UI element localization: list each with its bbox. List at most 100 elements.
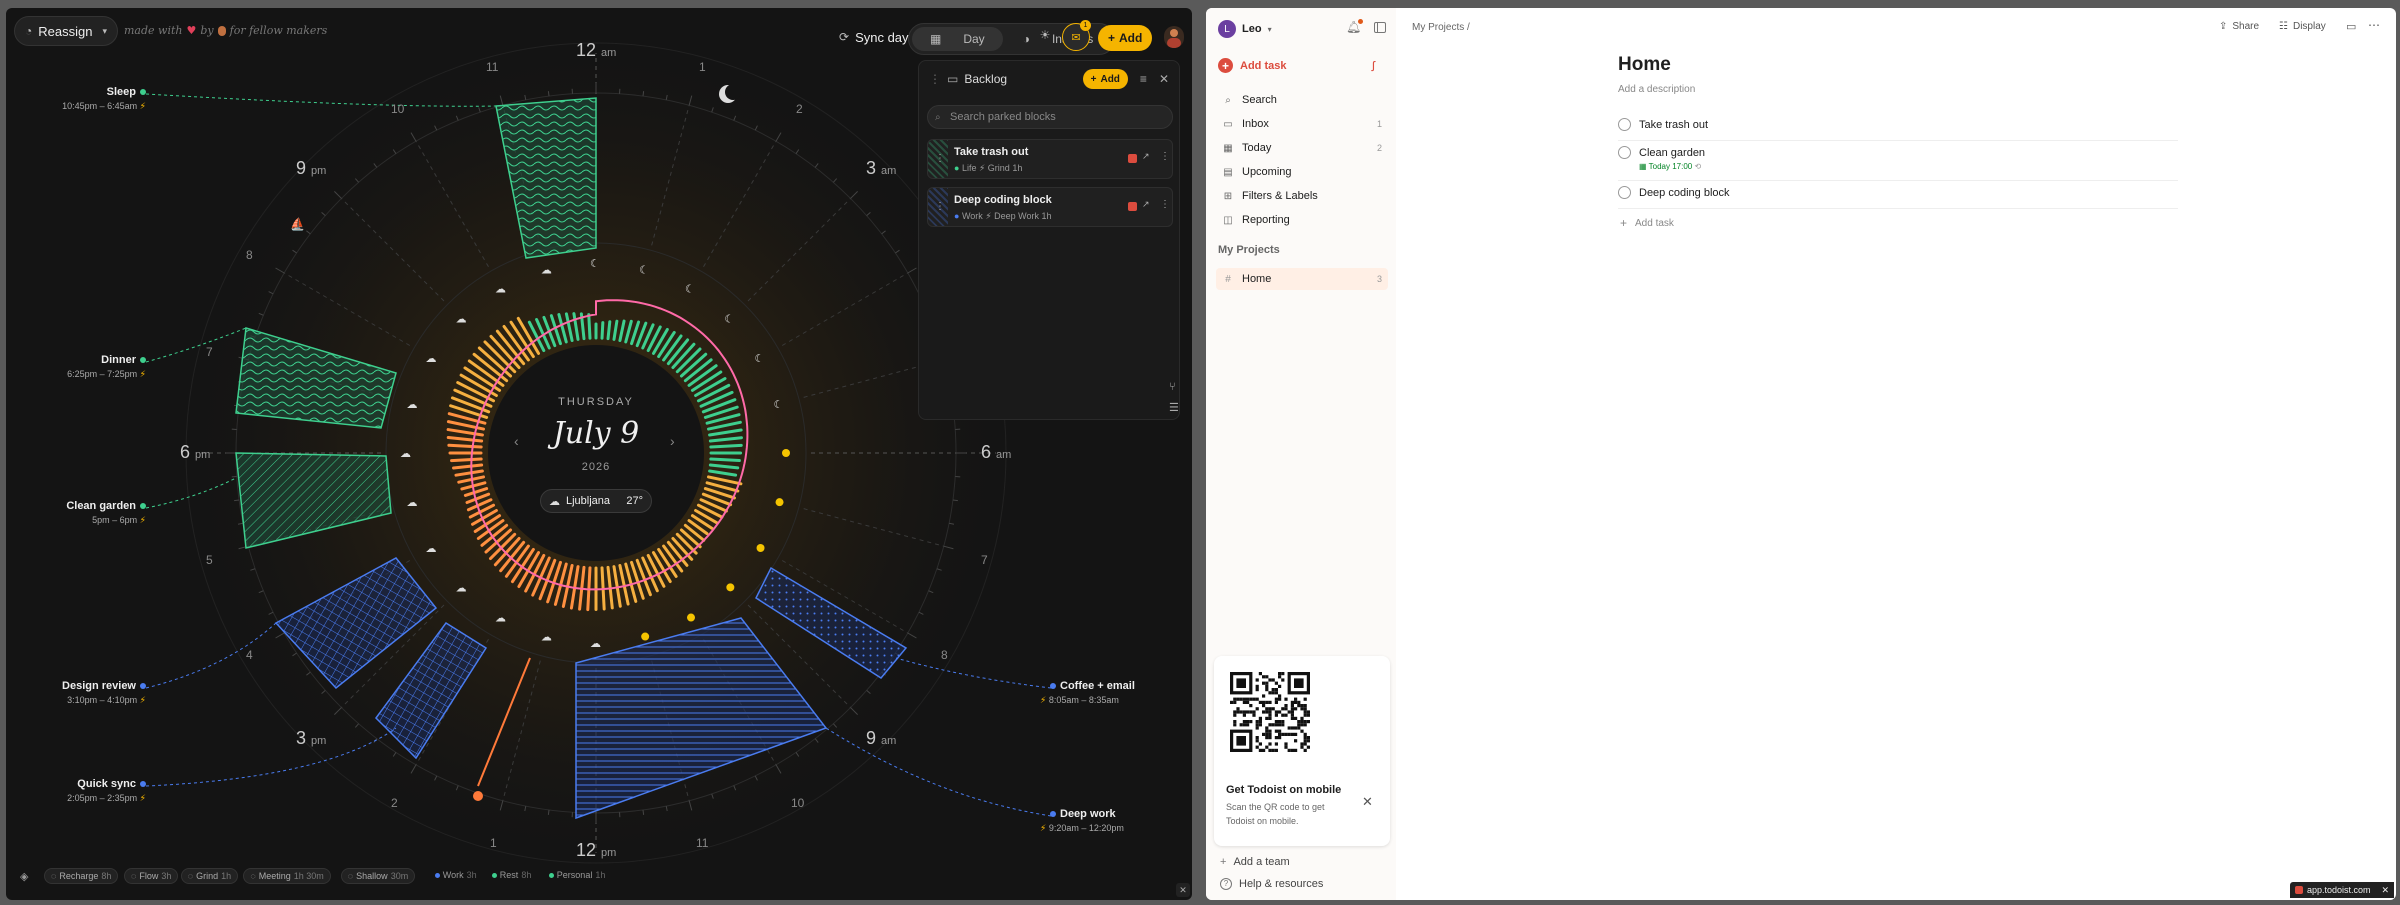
external-link-icon[interactable]: ↗ — [1142, 199, 1150, 210]
backlog-search-input[interactable]: ⌕ Search parked blocks — [927, 105, 1173, 129]
event-name: Dinner — [101, 354, 136, 366]
drag-handle-icon[interactable]: ⋮ — [935, 153, 945, 164]
energy-chip-shallow[interactable]: ◌ Shallow 30m — [340, 868, 416, 884]
drag-handle-icon[interactable]: ⋮ — [929, 72, 941, 86]
external-link-icon[interactable]: ↗ — [1142, 151, 1150, 162]
task-checkbox[interactable] — [1618, 146, 1631, 159]
legend-duration: 1h — [595, 870, 606, 880]
task-checkbox[interactable] — [1618, 118, 1631, 131]
card-duration: 1h — [1012, 163, 1023, 173]
event-label-quick-sync[interactable]: Quick sync — [46, 778, 146, 790]
sidebar: L Leo ▾ 🔔︎ + Add task ꭍ ⌕ Search ▭ Inbox 1 ▦ T… — [1206, 8, 1396, 900]
add-team-button[interactable]: + Add a team — [1220, 856, 1290, 868]
more-icon[interactable]: ⋮ — [1160, 151, 1170, 162]
close-icon[interactable]: ✕ — [2381, 885, 2389, 896]
close-icon[interactable]: ✕ — [1159, 72, 1169, 86]
cloud-icon: ☁ — [590, 637, 601, 650]
task-item[interactable]: Deep coding block — [1618, 186, 1730, 199]
event-time: 8:05am – 8:35am — [1048, 695, 1119, 705]
next-day-icon[interactable]: › — [670, 433, 675, 449]
weather-pill[interactable]: ☁ Ljubljana 27° — [540, 489, 652, 513]
user-menu[interactable]: L Leo ▾ — [1218, 20, 1272, 38]
legend-work: Work 3h — [434, 870, 477, 880]
sidebar-item-label: Today — [1242, 142, 1272, 154]
more-icon[interactable]: ⋯ — [2368, 18, 2380, 32]
sidebar-item-filters-labels[interactable]: ⊞ Filters & Labels — [1216, 185, 1388, 207]
add-task-button[interactable]: + Add task — [1218, 58, 1286, 73]
display-icon: ☷ — [2279, 21, 2288, 32]
event-dot — [140, 357, 146, 363]
event-label-clean-garden[interactable]: Clean garden — [46, 500, 146, 512]
cloud-icon: ☁ — [549, 495, 560, 508]
event-label-coffee-email[interactable]: Coffee + email — [1050, 680, 1170, 692]
legend-rest: Rest 8h — [491, 870, 531, 880]
event-label-sleep[interactable]: Sleep — [46, 86, 146, 98]
hour-9pm-suffix: pm — [311, 165, 327, 177]
cloud-icon: ☁ — [456, 313, 467, 326]
filter-icon[interactable]: ≡ — [1140, 72, 1147, 86]
task-checkbox[interactable] — [1618, 186, 1631, 199]
sidebar-item-inbox[interactable]: ▭ Inbox 1 — [1216, 113, 1388, 135]
energy-chip-meeting[interactable]: ◌ Meeting 1h 30m — [243, 868, 331, 884]
upcoming-icon: ▤ — [1223, 166, 1233, 178]
hour-9am-num: 9 — [866, 728, 877, 748]
branch-icon[interactable]: ⑂ — [1169, 381, 1176, 393]
more-icon[interactable]: ⋮ — [1160, 199, 1170, 210]
breadcrumb[interactable]: My Projects / — [1412, 22, 1470, 33]
drag-handle-icon[interactable]: ⋮ — [935, 201, 945, 212]
task-item[interactable]: Take trash out — [1618, 118, 1708, 131]
minute-tick — [952, 499, 958, 502]
sidebar-item-home[interactable]: # Home 3 — [1216, 268, 1388, 290]
event-label-design-review[interactable]: Design review — [46, 680, 146, 692]
sidebar-item-search[interactable]: ⌕ Search — [1216, 89, 1388, 111]
chip-label: Recharge — [59, 871, 99, 881]
description-field[interactable]: Add a description — [1618, 84, 1695, 95]
notification-dot — [1358, 19, 1364, 24]
energy-chip-recharge[interactable]: ◌ Recharge 8h — [44, 868, 119, 884]
close-icon[interactable]: ✕ — [1362, 794, 1373, 810]
event-label-dinner[interactable]: Dinner — [46, 354, 146, 366]
list-icon[interactable]: ☰ — [1169, 401, 1179, 414]
hour-3am: 3 am — [866, 158, 896, 179]
sidebar-item-upcoming[interactable]: ▤ Upcoming — [1216, 161, 1388, 183]
backlog-add-button[interactable]: + Add — [1082, 69, 1128, 89]
event-time-sleep: 10:45pm – 6:45am ⚡︎ — [36, 101, 146, 112]
ramble-icon[interactable]: ꭍ — [1371, 57, 1376, 75]
backlog-card[interactable]: ⋮ Take trash out ● Life ⚡︎ Grind 1h ↗ ⋮ — [927, 139, 1173, 179]
card-meta: ● Life ⚡︎ Grind 1h — [954, 163, 1023, 173]
chip-label: Shallow — [356, 871, 388, 881]
cloud-icon: ☁ — [425, 352, 436, 365]
help-button[interactable]: ? Help & resources — [1220, 878, 1323, 890]
page-title[interactable]: Home — [1618, 54, 1671, 76]
my-projects-heading[interactable]: My Projects — [1218, 244, 1280, 256]
app-badge[interactable]: app.todoist.com ✕ — [2290, 882, 2394, 898]
close-icon[interactable]: ✕ — [1176, 883, 1190, 897]
bell-icon[interactable]: 🔔︎ — [1346, 19, 1364, 34]
display-button[interactable]: ☷ Display — [2279, 21, 2326, 32]
legend-label: Personal — [556, 870, 593, 880]
comment-icon[interactable]: ▭ — [2346, 20, 2356, 33]
card-energy: ⚡︎ Grind — [978, 163, 1010, 173]
plus-icon: + — [1620, 216, 1628, 230]
add-task-inline[interactable]: + Add task — [1620, 216, 1674, 230]
prev-day-icon[interactable]: ‹ — [514, 433, 519, 449]
hour-12am-num: 12 — [576, 40, 597, 60]
plus-circle-icon: + — [1218, 58, 1233, 73]
search-icon: ⌕ — [1225, 94, 1231, 106]
layers-icon[interactable]: ◈ — [20, 870, 28, 883]
sun-icon — [687, 613, 695, 622]
task-item[interactable]: Clean garden ▦ Today 17:00 ⟲ — [1618, 146, 1705, 171]
backlog-card[interactable]: ⋮ Deep coding block ● Work ⚡︎ Deep Work … — [927, 187, 1173, 227]
energy-chip-grind[interactable]: ◌ Grind 1h — [180, 868, 239, 884]
sidebar-item-today[interactable]: ▦ Today 2 — [1216, 137, 1388, 159]
sidebar-toggle-icon[interactable] — [1374, 22, 1386, 33]
energy-chip-flow[interactable]: ◌ Flow 3h — [124, 868, 179, 884]
help-icon: ? — [1220, 878, 1232, 890]
event-label-deep-work[interactable]: Deep work — [1050, 808, 1170, 820]
minute-tick — [547, 809, 550, 815]
chip-label: Flow — [139, 871, 159, 881]
activity-bar — [600, 321, 605, 340]
event-time: 3:10pm – 4:10pm — [67, 695, 138, 705]
share-button[interactable]: ⇪ Share — [2219, 21, 2259, 32]
sidebar-item-reporting[interactable]: ◫ Reporting — [1216, 209, 1388, 231]
